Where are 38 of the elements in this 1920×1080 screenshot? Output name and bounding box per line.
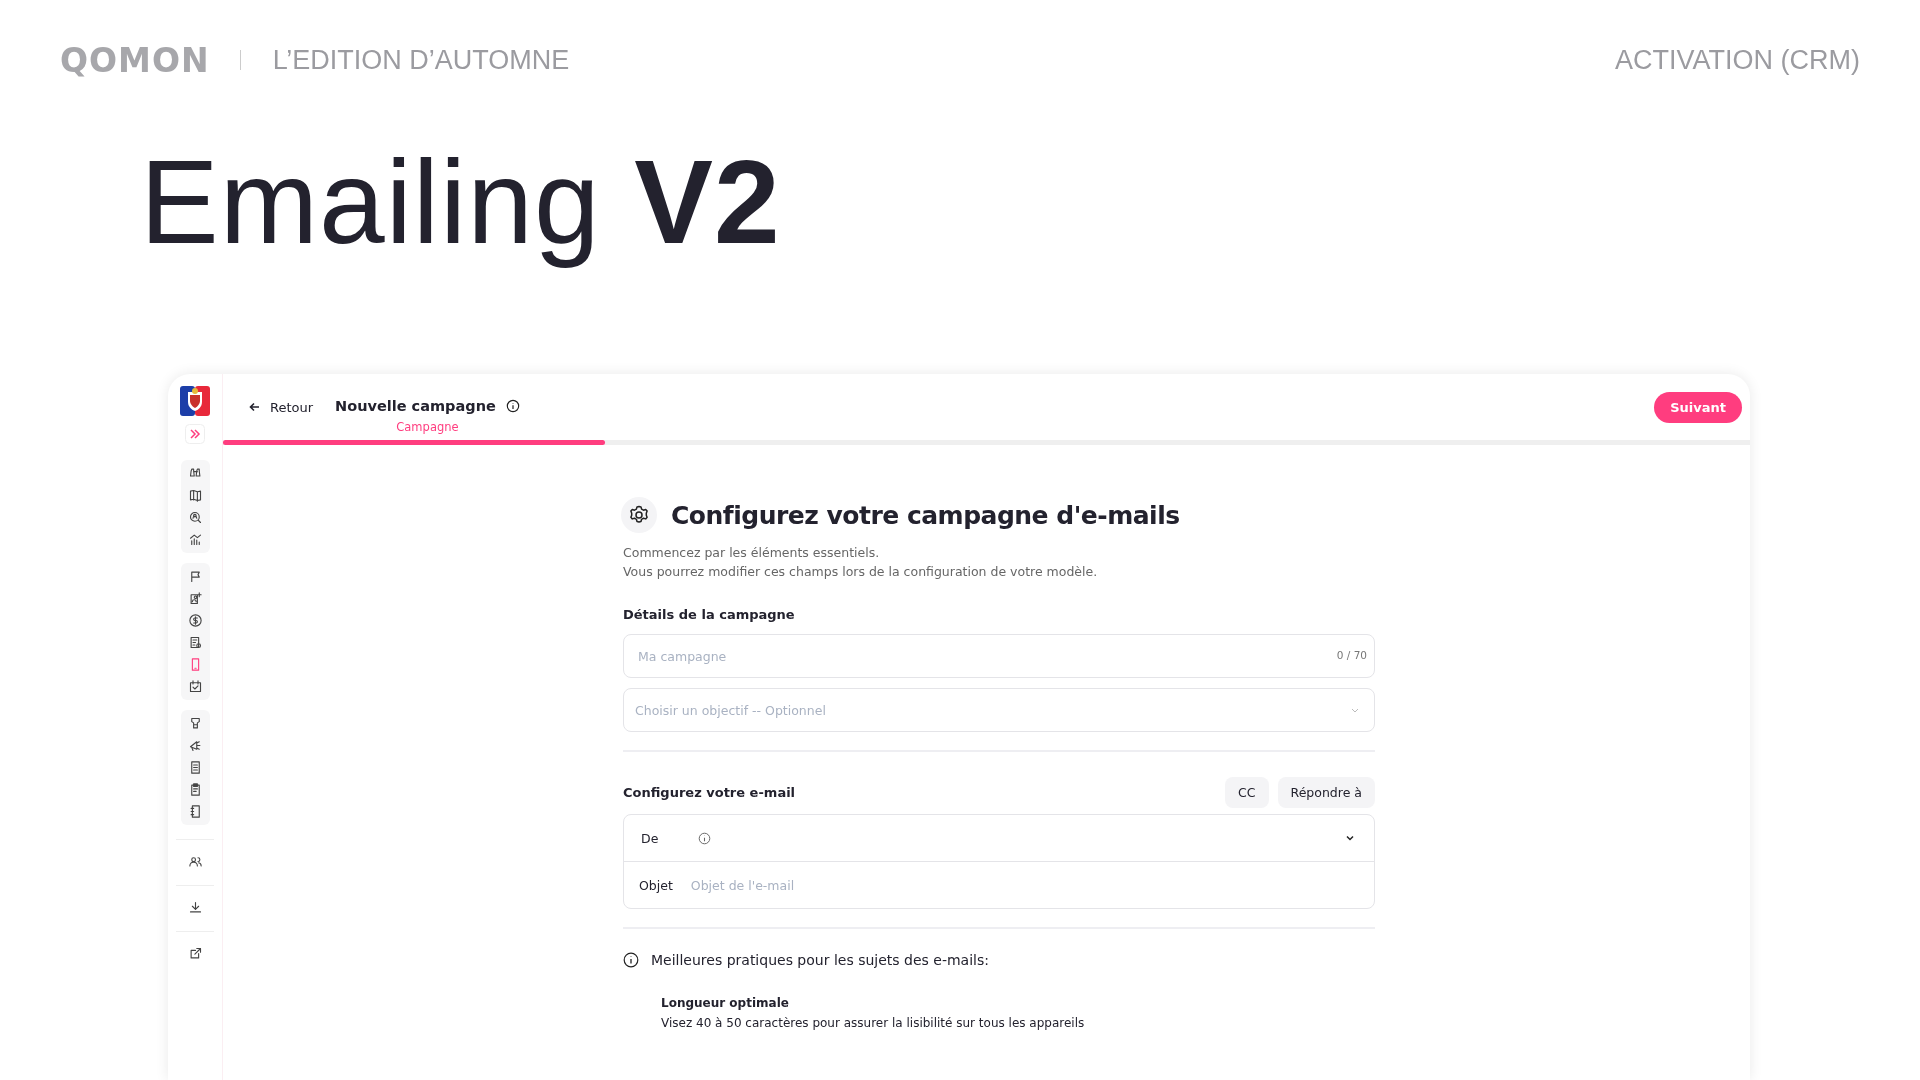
megaphone-icon[interactable]: [187, 738, 203, 753]
document-check-icon[interactable]: [187, 635, 203, 650]
map-icon[interactable]: [187, 488, 203, 503]
search-person-icon[interactable]: [187, 510, 203, 525]
crest-logo: [180, 386, 210, 416]
external-link-icon[interactable]: [187, 946, 203, 961]
back-arrow-icon: [249, 402, 260, 412]
form-title: Configurez votre campagne d'e-mails: [671, 500, 1180, 530]
option-button[interactable]: Répondre à: [1277, 777, 1375, 808]
edition-label: L’EDITION D’AUTOMNE: [272, 44, 570, 76]
section-label: Détails de la campagne: [623, 607, 796, 622]
option-button[interactable]: CC: [1225, 777, 1269, 808]
download-icon[interactable]: [187, 900, 203, 915]
intro-text: Commencez par les éléments essentiels.: [623, 544, 881, 562]
add-contact-icon[interactable]: [187, 591, 203, 606]
tip-text: Visez 40 à 50 caractères pour assurer la lisibilité sur tous les appareils: [661, 1016, 1086, 1030]
section-label: ACTIVATION (CRM): [1615, 44, 1860, 76]
tips-title: Meilleures pratiques pour les sujets des e-mails:: [651, 952, 989, 968]
settings-icon: [621, 497, 657, 533]
intro-text: Vous pourrez modifier ces champs lors de la configuration de votre modèle.: [623, 563, 1099, 581]
people-icon[interactable]: [187, 854, 203, 869]
page-title: Nouvelle campagne: [335, 398, 496, 414]
field-label: Objet: [639, 877, 673, 893]
dollar-icon[interactable]: [187, 613, 203, 628]
expand-icon[interactable]: [185, 424, 205, 444]
back-link[interactable]: Retour: [249, 399, 314, 415]
notebook-icon[interactable]: [187, 804, 203, 819]
slide-title: Emailing V2: [140, 135, 782, 270]
info-icon: [623, 952, 639, 968]
subject-field[interactable]: Objet de l'e-mail: [688, 876, 1356, 894]
info-icon[interactable]: [505, 399, 520, 413]
sender-select[interactable]: De: [624, 815, 1374, 862]
character-counter: 0 / 70: [1336, 649, 1367, 661]
chart-icon[interactable]: [187, 532, 203, 547]
calendar-check-icon[interactable]: [187, 679, 203, 694]
section-label: Configurez votre e-mail: [623, 785, 796, 800]
tip-title: Longueur optimale: [661, 996, 790, 1010]
logo: QOMON: [60, 40, 210, 80]
